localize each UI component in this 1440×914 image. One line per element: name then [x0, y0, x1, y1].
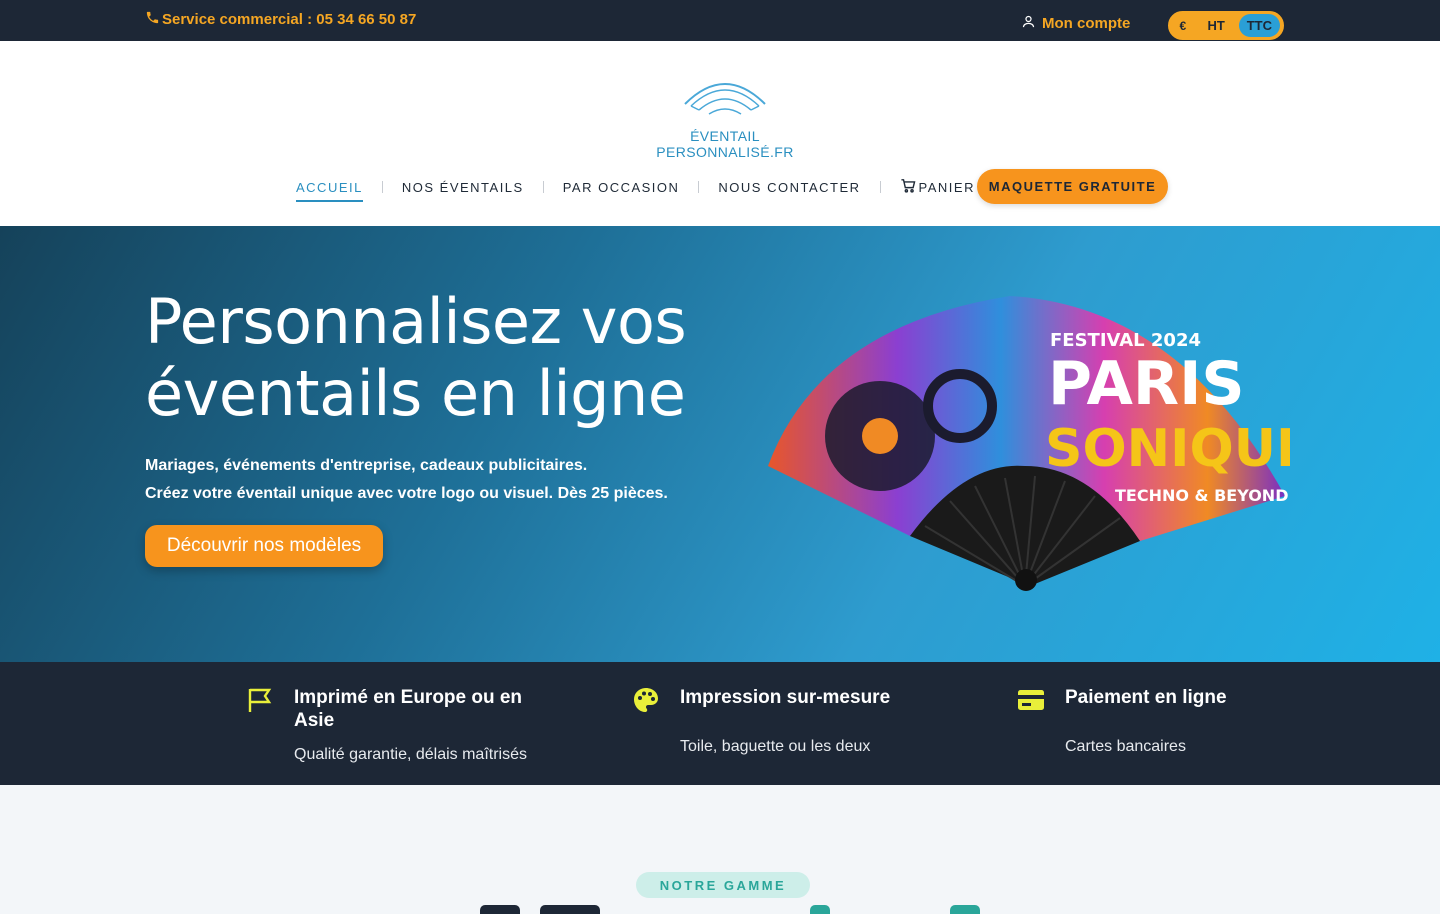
feature-title: Imprimé en Europe ou en Asie	[294, 687, 523, 731]
fan-print-line-3: SONIQUE	[1045, 419, 1290, 479]
nav-separator	[879, 181, 881, 193]
user-icon	[1021, 14, 1036, 33]
hero-subtitle: Mariages, événements d'entreprise, cadea…	[145, 452, 668, 508]
feature-desc: Cartes bancaires	[1065, 738, 1186, 755]
cart-icon	[900, 177, 917, 197]
logo-text: ÉVENTAIL PERSONNALISÉ.FR	[656, 128, 794, 160]
fan-logo-icon	[684, 83, 766, 115]
feature-desc: Toile, baguette ou les deux	[680, 738, 871, 755]
hero-title: Personnalisez vos éventails en ligne	[145, 285, 687, 430]
account-label: Mon compte	[1042, 15, 1131, 32]
cart-label: PANIER	[918, 179, 975, 195]
nav-item-home[interactable]: ACCUEIL	[296, 180, 363, 202]
price-mode-toggle[interactable]: € HT TTC	[1168, 11, 1284, 40]
discover-models-button[interactable]: Découvrir nos modèles	[145, 525, 383, 567]
fan-print-line-1: FESTIVAL 2024	[1050, 330, 1201, 351]
phone-icon	[145, 10, 160, 29]
nav-separator	[542, 181, 544, 193]
hero-fan-image: FESTIVAL 2024 PARIS SONIQUE TECHNO & BEY…	[768, 296, 1290, 591]
free-mockup-button[interactable]: MAQUETTE GRATUITE	[977, 169, 1168, 204]
hero-subtitle-line-2: Créez votre éventail unique avec votre l…	[145, 485, 668, 502]
fan-print-line-2: PARIS	[1048, 349, 1245, 419]
hero-section: Personnalisez vos éventails en ligne Mar…	[0, 226, 1440, 662]
phone-link[interactable]: Service commercial : 05 34 66 50 87	[145, 10, 416, 29]
hero-subtitle-line-1: Mariages, événements d'entreprise, cadea…	[145, 457, 588, 474]
my-account-link[interactable]: Mon compte	[1021, 14, 1130, 33]
credit-card-icon	[1017, 686, 1045, 714]
nav-separator	[698, 181, 700, 193]
phone-label: Service commercial : 05 34 66 50 87	[162, 11, 417, 28]
fan-print-line-4: TECHNO & BEYOND	[1115, 486, 1288, 505]
nav-item-fans[interactable]: NOS ÉVENTAILS	[402, 180, 524, 195]
euro-icon: €	[1179, 18, 1187, 33]
nav-item-occasion[interactable]: PAR OCCASION	[563, 180, 680, 195]
range-section: NOTRE GAMME	[0, 785, 1440, 914]
section-heading-cropped	[470, 905, 990, 914]
section-eyebrow: NOTRE GAMME	[636, 872, 810, 898]
site-logo[interactable]: ÉVENTAIL PERSONNALISÉ.FR	[620, 74, 830, 160]
nav-separator	[381, 181, 383, 193]
features-band: Imprimé en Europe ou en Asie Qualité gar…	[0, 662, 1440, 785]
feature-title: Paiement en ligne	[1065, 687, 1227, 708]
feature-desc: Qualité garantie, délais maîtrisés	[294, 746, 527, 763]
nav-item-contact[interactable]: NOUS CONTACTER	[718, 180, 860, 195]
palette-icon	[632, 686, 660, 714]
flag-icon	[246, 686, 274, 714]
price-mode-ttc[interactable]: TTC	[1238, 14, 1280, 37]
top-bar: Service commercial : 05 34 66 50 87 Mon …	[0, 0, 1440, 41]
feature-title: Impression sur-mesure	[680, 687, 891, 708]
price-mode-ht[interactable]: HT	[1194, 18, 1239, 33]
main-nav: ACCUEIL NOS ÉVENTAILS PAR OCCASION NOUS …	[296, 170, 996, 204]
